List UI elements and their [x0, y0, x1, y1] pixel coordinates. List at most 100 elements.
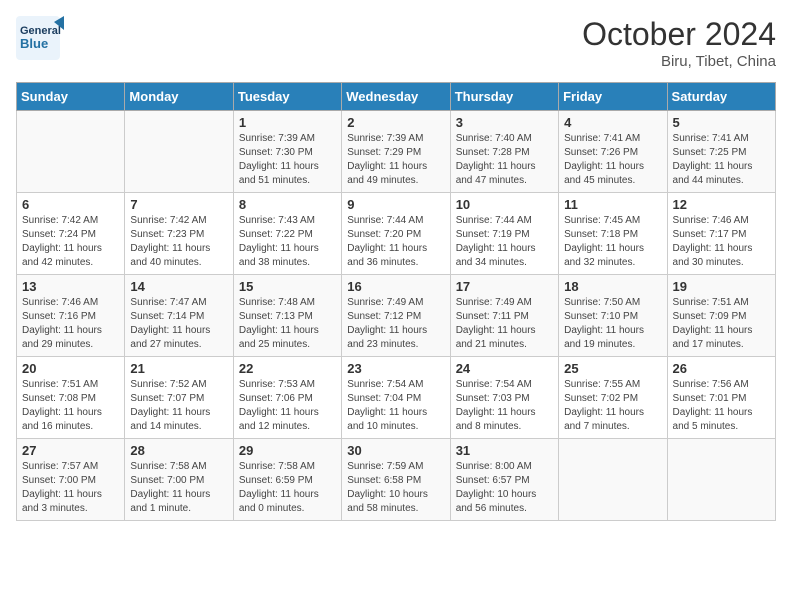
- calendar-cell: 28Sunrise: 7:58 AM Sunset: 7:00 PM Dayli…: [125, 439, 233, 521]
- calendar-cell: 16Sunrise: 7:49 AM Sunset: 7:12 PM Dayli…: [342, 275, 450, 357]
- day-info: Sunrise: 7:44 AM Sunset: 7:20 PM Dayligh…: [347, 214, 444, 270]
- calendar-cell: [559, 439, 667, 521]
- calendar-cell: 22 Sunrise: 7:53 AM Sunset: 7:06 PM Dayli…: [233, 357, 341, 439]
- day-number: 1: [239, 115, 336, 130]
- calendar-cell: 17 Sunrise: 7:49 AM Sunset: 7:11 PM Dayli…: [450, 275, 558, 357]
- day-number: 2: [347, 115, 444, 130]
- header-saturday: Saturday: [667, 83, 775, 111]
- header-friday: Friday: [559, 83, 667, 111]
- day-number: 24: [456, 361, 553, 376]
- calendar-table: SundayMondayTuesdayWednesdayThursdayFrid…: [16, 82, 776, 521]
- day-info: Sunrise: 7:54 AM Sunset: 7:03 PM Dayligh…: [456, 378, 553, 434]
- calendar-cell: 14 Sunrise: 7:47 AM Sunset: 7:14 PM Dayli…: [125, 275, 233, 357]
- calendar-cell: 5 Sunrise: 7:41 AM Sunset: 7:25 PM Daylig…: [667, 111, 775, 193]
- calendar-cell: 6 Sunrise: 7:42 AM Sunset: 7:24 PM Daylig…: [17, 193, 125, 275]
- day-info: Sunrise: 7:55 AM Sunset: 7:02 PM Dayligh…: [564, 378, 661, 434]
- day-number: 13: [22, 279, 119, 294]
- day-number: 23: [347, 361, 444, 376]
- day-number: 31: [456, 443, 553, 458]
- calendar-cell: 15 Sunrise: 7:48 AM Sunset: 7:13 PM Dayli…: [233, 275, 341, 357]
- day-info: Sunrise: 7:39 AM Sunset: 7:29 PM Dayligh…: [347, 132, 444, 188]
- calendar-cell: 1 Sunrise: 7:39 AM Sunset: 7:30 PM Daylig…: [233, 111, 341, 193]
- day-number: 14: [130, 279, 227, 294]
- day-info: Sunrise: 7:56 AM Sunset: 7:01 PM Dayligh…: [673, 378, 770, 434]
- calendar-cell: 11Sunrise: 7:45 AM Sunset: 7:18 PM Dayli…: [559, 193, 667, 275]
- day-number: 26: [673, 361, 770, 376]
- day-info: Sunrise: 7:51 AM Sunset: 7:08 PM Dayligh…: [22, 378, 119, 434]
- day-number: 18: [564, 279, 661, 294]
- day-number: 25: [564, 361, 661, 376]
- day-info: Sunrise: 7:43 AM Sunset: 7:22 PM Dayligh…: [239, 214, 336, 270]
- day-number: 20: [22, 361, 119, 376]
- day-info: Sunrise: 7:49 AM Sunset: 7:11 PM Dayligh…: [456, 296, 553, 352]
- calendar-cell: [667, 439, 775, 521]
- calendar-cell: 4Sunrise: 7:41 AM Sunset: 7:26 PM Daylig…: [559, 111, 667, 193]
- day-number: 4: [564, 115, 661, 130]
- day-info: Sunrise: 7:58 AM Sunset: 7:00 PM Dayligh…: [130, 460, 227, 516]
- calendar-cell: 2 Sunrise: 7:39 AM Sunset: 7:29 PM Daylig…: [342, 111, 450, 193]
- calendar-cell: 12Sunrise: 7:46 AM Sunset: 7:17 PM Dayli…: [667, 193, 775, 275]
- calendar-cell: 9 Sunrise: 7:44 AM Sunset: 7:20 PM Daylig…: [342, 193, 450, 275]
- calendar-cell: 20 Sunrise: 7:51 AM Sunset: 7:08 PM Dayli…: [17, 357, 125, 439]
- day-info: Sunrise: 7:59 AM Sunset: 6:58 PM Dayligh…: [347, 460, 444, 516]
- header-wednesday: Wednesday: [342, 83, 450, 111]
- logo: General Blue: [16, 16, 66, 60]
- day-number: 19: [673, 279, 770, 294]
- calendar-cell: [125, 111, 233, 193]
- calendar-cell: 30 Sunrise: 7:59 AM Sunset: 6:58 PM Dayli…: [342, 439, 450, 521]
- day-number: 30: [347, 443, 444, 458]
- calendar-cell: 18Sunrise: 7:50 AM Sunset: 7:10 PM Dayli…: [559, 275, 667, 357]
- calendar-cell: 8 Sunrise: 7:43 AM Sunset: 7:22 PM Daylig…: [233, 193, 341, 275]
- day-number: 15: [239, 279, 336, 294]
- day-number: 21: [130, 361, 227, 376]
- day-info: Sunrise: 7:52 AM Sunset: 7:07 PM Dayligh…: [130, 378, 227, 434]
- day-number: 5: [673, 115, 770, 130]
- calendar-cell: 13 Sunrise: 7:46 AM Sunset: 7:16 PM Dayli…: [17, 275, 125, 357]
- calendar-cell: 24 Sunrise: 7:54 AM Sunset: 7:03 PM Dayli…: [450, 357, 558, 439]
- calendar-cell: 26 Sunrise: 7:56 AM Sunset: 7:01 PM Dayli…: [667, 357, 775, 439]
- day-info: Sunrise: 7:54 AM Sunset: 7:04 PM Dayligh…: [347, 378, 444, 434]
- day-info: Sunrise: 7:47 AM Sunset: 7:14 PM Dayligh…: [130, 296, 227, 352]
- calendar-cell: [17, 111, 125, 193]
- title-block: October 2024 Biru, Tibet, China: [582, 16, 776, 70]
- calendar-cell: 19 Sunrise: 7:51 AM Sunset: 7:09 PM Dayli…: [667, 275, 775, 357]
- subtitle: Biru, Tibet, China: [582, 53, 776, 70]
- header-monday: Monday: [125, 83, 233, 111]
- day-number: 17: [456, 279, 553, 294]
- header-thursday: Thursday: [450, 83, 558, 111]
- svg-text:Blue: Blue: [20, 36, 48, 51]
- calendar-cell: 7 Sunrise: 7:42 AM Sunset: 7:23 PM Daylig…: [125, 193, 233, 275]
- month-title: October 2024: [582, 16, 776, 53]
- day-info: Sunrise: 7:42 AM Sunset: 7:23 PM Dayligh…: [130, 214, 227, 270]
- day-info: Sunrise: 7:42 AM Sunset: 7:24 PM Dayligh…: [22, 214, 119, 270]
- day-number: 22: [239, 361, 336, 376]
- day-info: Sunrise: 7:48 AM Sunset: 7:13 PM Dayligh…: [239, 296, 336, 352]
- day-number: 8: [239, 197, 336, 212]
- header-tuesday: Tuesday: [233, 83, 341, 111]
- day-info: Sunrise: 8:00 AM Sunset: 6:57 PM Dayligh…: [456, 460, 553, 516]
- day-info: Sunrise: 7:39 AM Sunset: 7:30 PM Dayligh…: [239, 132, 336, 188]
- day-info: Sunrise: 7:58 AM Sunset: 6:59 PM Dayligh…: [239, 460, 336, 516]
- day-number: 9: [347, 197, 444, 212]
- day-number: 11: [564, 197, 661, 212]
- day-info: Sunrise: 7:46 AM Sunset: 7:17 PM Dayligh…: [673, 214, 770, 270]
- day-number: 10: [456, 197, 553, 212]
- day-number: 16: [347, 279, 444, 294]
- calendar-cell: 23 Sunrise: 7:54 AM Sunset: 7:04 PM Dayli…: [342, 357, 450, 439]
- day-info: Sunrise: 7:51 AM Sunset: 7:09 PM Dayligh…: [673, 296, 770, 352]
- day-info: Sunrise: 7:53 AM Sunset: 7:06 PM Dayligh…: [239, 378, 336, 434]
- calendar-cell: 31 Sunrise: 8:00 AM Sunset: 6:57 PM Dayli…: [450, 439, 558, 521]
- calendar-cell: 27Sunrise: 7:57 AM Sunset: 7:00 PM Dayli…: [17, 439, 125, 521]
- calendar-cell: 3Sunrise: 7:40 AM Sunset: 7:28 PM Daylig…: [450, 111, 558, 193]
- day-info: Sunrise: 7:46 AM Sunset: 7:16 PM Dayligh…: [22, 296, 119, 352]
- day-number: 7: [130, 197, 227, 212]
- header-sunday: Sunday: [17, 83, 125, 111]
- day-number: 29: [239, 443, 336, 458]
- day-number: 6: [22, 197, 119, 212]
- calendar-cell: 21 Sunrise: 7:52 AM Sunset: 7:07 PM Dayli…: [125, 357, 233, 439]
- day-number: 3: [456, 115, 553, 130]
- day-info: Sunrise: 7:41 AM Sunset: 7:25 PM Dayligh…: [673, 132, 770, 188]
- day-info: Sunrise: 7:44 AM Sunset: 7:19 PM Dayligh…: [456, 214, 553, 270]
- day-info: Sunrise: 7:57 AM Sunset: 7:00 PM Dayligh…: [22, 460, 119, 516]
- calendar-cell: 29 Sunrise: 7:58 AM Sunset: 6:59 PM Dayli…: [233, 439, 341, 521]
